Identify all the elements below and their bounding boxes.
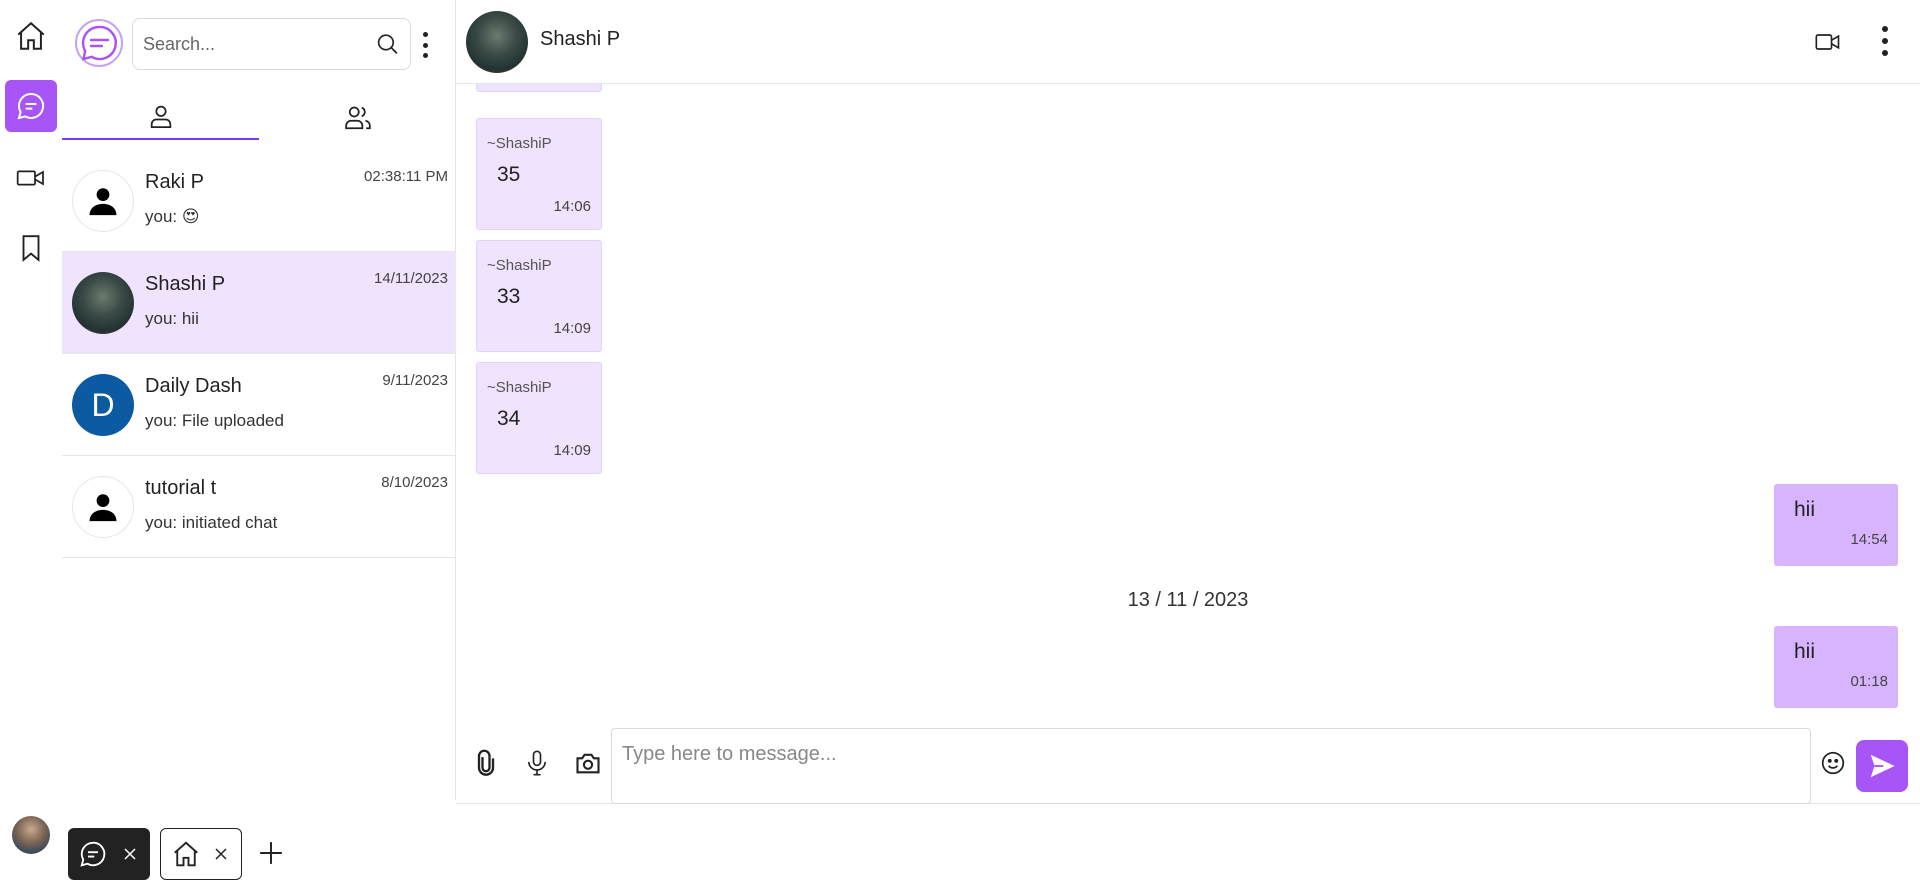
- chat-preview: you: hii: [145, 309, 199, 328]
- avatar[interactable]: [466, 11, 528, 73]
- message-sender: ~ShashiP: [487, 135, 552, 152]
- person-icon: [89, 188, 117, 216]
- chat-time: 14/11/2023: [374, 270, 448, 287]
- message-composer: [456, 720, 1920, 804]
- message-bubble-incoming[interactable]: ~ShashiP 35 14:06: [476, 118, 602, 230]
- message-time: 14:09: [553, 442, 591, 459]
- message-text: hii: [1794, 640, 1816, 663]
- more-options-icon[interactable]: [420, 30, 430, 60]
- message-sender: ~ShashiP: [487, 379, 552, 396]
- microphone-icon: [528, 750, 546, 776]
- app-logo: [74, 18, 124, 68]
- chat-preview: you: File uploaded: [145, 411, 284, 430]
- contact-tabs: [62, 94, 456, 140]
- avatar[interactable]: [12, 816, 50, 854]
- nav-rail: [0, 0, 62, 800]
- camera-icon: [576, 753, 600, 774]
- more-options-icon[interactable]: [1880, 24, 1890, 58]
- contacts-panel: Raki P you: 😍 02:38:11 PM Shashi P you: …: [62, 0, 456, 800]
- conversation-panel: Shashi P ~ShashiP 35 14:06 ~ShashiP 33 1…: [456, 0, 1920, 804]
- chat-name: Daily Dash: [145, 375, 242, 397]
- chat-preview: you: initiated chat: [145, 513, 278, 532]
- conversation-title[interactable]: Shashi P: [540, 28, 620, 51]
- search-icon[interactable]: [375, 31, 400, 57]
- avatar: [72, 476, 134, 538]
- chat-item-shashi-p[interactable]: Shashi P you: hii 14/11/2023: [62, 252, 456, 354]
- home-icon: [17, 21, 45, 50]
- video-camera-icon: [1815, 34, 1840, 50]
- users-icon: [344, 106, 371, 130]
- search-box: [132, 18, 411, 70]
- chat-bubble-icon: [80, 841, 106, 867]
- message-bubble-incoming: [476, 84, 602, 92]
- close-icon[interactable]: [124, 848, 136, 860]
- message-text: 34: [497, 407, 521, 430]
- message-time: 14:06: [553, 198, 591, 215]
- message-time: 14:54: [1850, 531, 1888, 548]
- message-bubble-outgoing[interactable]: hii 14:54: [1774, 484, 1898, 566]
- attach-button[interactable]: [469, 746, 503, 780]
- date-separator: 13 / 11 / 2023: [1127, 589, 1249, 611]
- message-list: ~ShashiP 35 14:06 ~ShashiP 33 14:09 ~Sha…: [456, 84, 1920, 714]
- tab-direct-chats[interactable]: [62, 94, 259, 140]
- chat-preview: you: 😍: [145, 207, 200, 226]
- message-bubble-incoming[interactable]: ~ShashiP 34 14:09: [476, 362, 602, 474]
- message-text: 33: [497, 285, 521, 308]
- avatar: [72, 170, 134, 232]
- chat-time: 8/10/2023: [381, 474, 448, 491]
- paperclip-icon: [477, 749, 495, 776]
- message-text: 35: [497, 163, 521, 186]
- message-bubble-incoming[interactable]: ~ShashiP 33 14:09: [476, 240, 602, 352]
- message-time: 14:09: [553, 320, 591, 337]
- chat-name: Shashi P: [145, 273, 226, 295]
- tab-chat-app[interactable]: [68, 828, 150, 880]
- tab-group-chats[interactable]: [259, 94, 456, 140]
- avatar: D: [72, 374, 134, 436]
- emoji-icon: [1821, 751, 1845, 775]
- chat-time: 9/11/2023: [382, 372, 448, 389]
- tab-home[interactable]: [160, 828, 242, 880]
- send-button[interactable]: [1856, 740, 1908, 792]
- home-button[interactable]: [5, 10, 57, 62]
- chats-button[interactable]: [5, 80, 57, 132]
- bookmark-icon: [22, 235, 40, 262]
- emoji-button[interactable]: [1816, 746, 1850, 780]
- video-camera-icon: [16, 170, 44, 186]
- video-calls-button[interactable]: [5, 152, 57, 204]
- user-icon: [150, 105, 171, 128]
- send-icon: [1870, 754, 1895, 778]
- app-logo-icon: [75, 19, 123, 67]
- chat-item-tutorial-t[interactable]: tutorial t you: initiated chat 8/10/2023: [62, 456, 456, 558]
- chat-time: 02:38:11 PM: [364, 168, 448, 185]
- camera-button[interactable]: [571, 746, 605, 780]
- search-input[interactable]: [143, 33, 375, 55]
- home-icon: [174, 841, 198, 867]
- chat-list: Raki P you: 😍 02:38:11 PM Shashi P you: …: [62, 150, 456, 558]
- message-input[interactable]: [611, 728, 1811, 804]
- message-time: 01:18: [1850, 673, 1888, 690]
- close-icon[interactable]: [215, 848, 227, 860]
- chat-bubble-icon: [17, 92, 45, 120]
- chat-item-daily-dash[interactable]: D Daily Dash you: File uploaded 9/11/202…: [62, 354, 456, 456]
- chat-name: tutorial t: [145, 477, 217, 499]
- avatar: [72, 272, 134, 334]
- person-icon: [89, 494, 117, 522]
- conversation-header: Shashi P: [456, 0, 1920, 84]
- bottom-tab-bar: [0, 804, 1920, 884]
- message-bubble-outgoing[interactable]: hii 01:18: [1774, 626, 1898, 708]
- chat-item-raki-p[interactable]: Raki P you: 😍 02:38:11 PM: [62, 150, 456, 252]
- chat-name: Raki P: [145, 171, 204, 193]
- add-tab-icon[interactable]: [258, 840, 284, 866]
- message-text: hii: [1794, 498, 1816, 521]
- video-call-button[interactable]: [1812, 28, 1844, 61]
- bookmarks-button[interactable]: [5, 222, 57, 274]
- voice-record-button[interactable]: [520, 746, 554, 780]
- message-sender: ~ShashiP: [487, 257, 552, 274]
